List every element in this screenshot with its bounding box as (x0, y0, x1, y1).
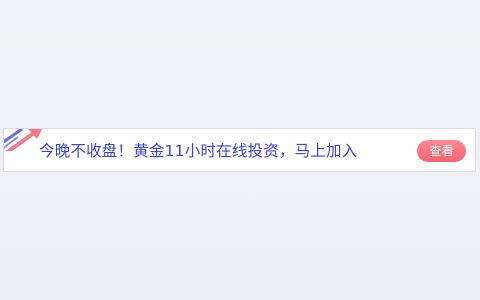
promo-banner[interactable]: 今晚不收盘！黄金11小时在线投资，马上加入 查看 (3, 128, 476, 172)
view-button[interactable]: 查看 (417, 140, 466, 162)
page-background: 今晚不收盘！黄金11小时在线投资，马上加入 查看 (0, 0, 480, 300)
promo-headline: 今晚不收盘！黄金11小时在线投资，马上加入 (39, 142, 358, 160)
